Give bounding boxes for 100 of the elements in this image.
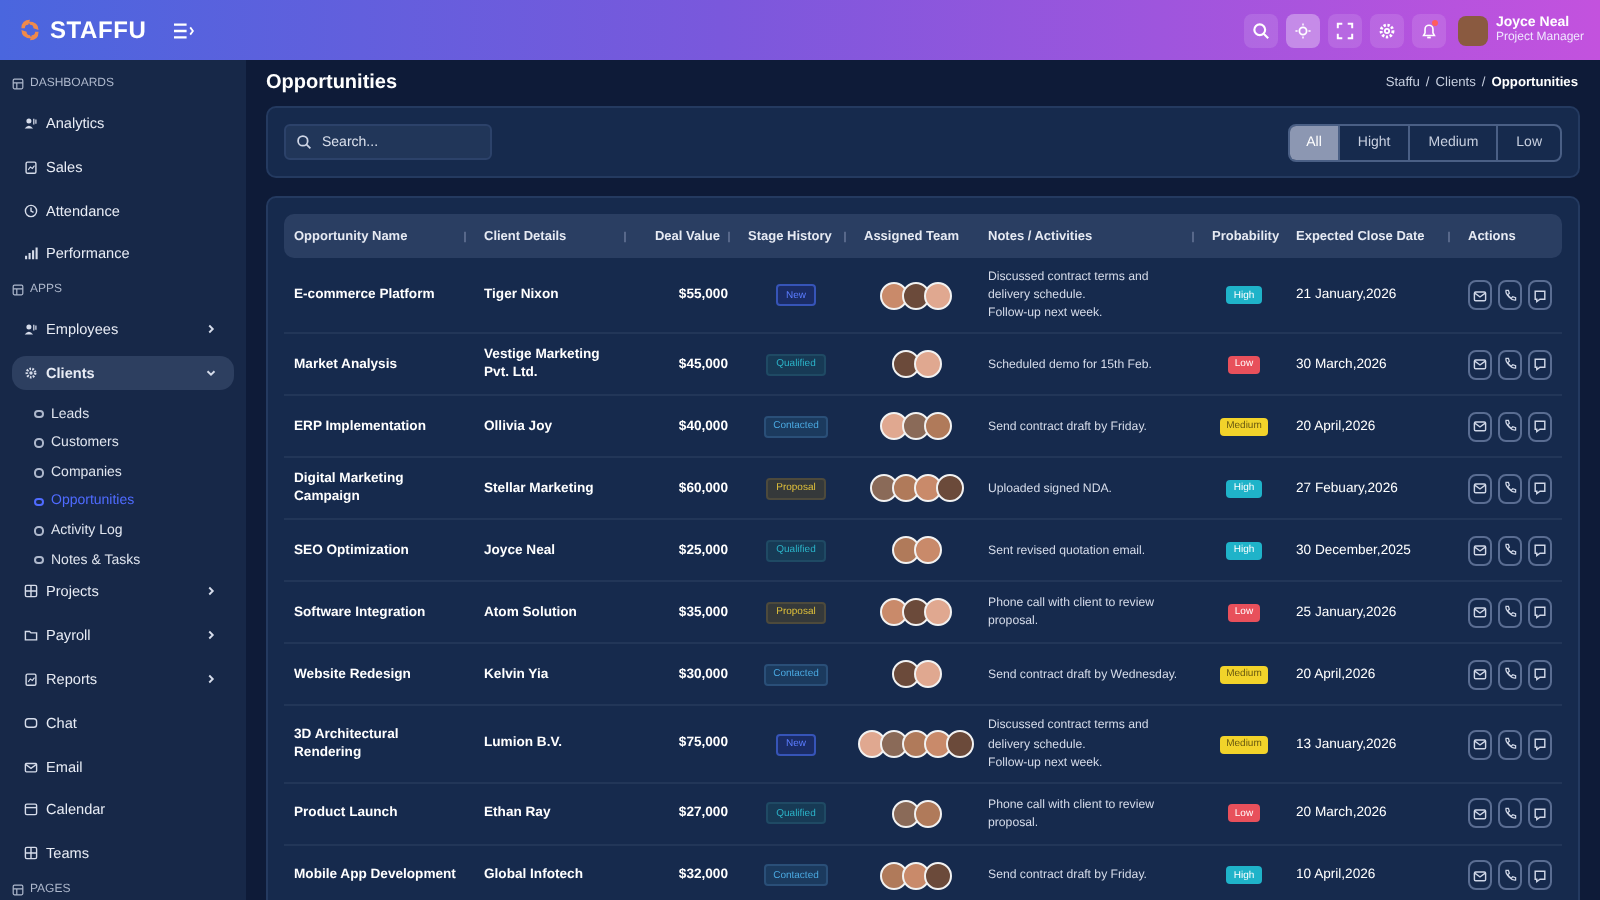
search-button[interactable] — [1243, 13, 1278, 47]
message-button[interactable] — [1528, 729, 1552, 760]
avatar — [902, 281, 930, 310]
avatar — [880, 598, 908, 627]
call-button[interactable] — [1498, 860, 1522, 891]
email-button[interactable] — [1468, 597, 1492, 628]
avatar — [946, 730, 974, 759]
call-button[interactable] — [1498, 798, 1522, 829]
notifications-button[interactable] — [1411, 13, 1446, 47]
avatar — [913, 660, 941, 689]
call-button[interactable] — [1498, 729, 1522, 760]
envelope-icon — [1472, 480, 1488, 497]
call-button[interactable] — [1498, 473, 1522, 504]
avatar — [935, 474, 963, 503]
bell-icon — [1419, 21, 1438, 39]
sun-icon — [1293, 21, 1312, 39]
chevron-icon — [204, 671, 218, 686]
email-button[interactable] — [1468, 860, 1492, 891]
avatar — [891, 799, 919, 828]
avatar — [913, 536, 941, 565]
envelope-icon — [1472, 418, 1488, 435]
gear-icon — [24, 365, 38, 380]
call-button[interactable] — [1498, 659, 1522, 690]
avatar — [880, 412, 908, 441]
chat-icon — [1532, 480, 1548, 497]
sort-icon — [622, 229, 628, 243]
sort-icon — [462, 229, 468, 243]
sort-icon — [842, 229, 848, 243]
phone-icon — [1502, 356, 1518, 373]
message-button[interactable] — [1528, 597, 1552, 628]
avatar — [880, 730, 908, 759]
email-button[interactable] — [1468, 411, 1492, 442]
chevron-icon — [204, 584, 218, 599]
avatar — [924, 412, 952, 441]
section-icon — [12, 284, 24, 297]
phone-icon — [1502, 604, 1518, 621]
email-button[interactable] — [1468, 473, 1492, 504]
section-icon — [12, 883, 24, 896]
chat-icon — [1532, 418, 1548, 435]
message-button[interactable] — [1528, 411, 1552, 442]
avatar — [880, 281, 908, 310]
call-button[interactable] — [1498, 535, 1522, 566]
avatar — [891, 350, 919, 379]
avatar — [902, 730, 930, 759]
sort-icon — [726, 229, 732, 243]
email-button[interactable] — [1468, 280, 1492, 311]
envelope-icon — [1472, 287, 1488, 304]
chevron-icon — [204, 365, 218, 380]
envelope-icon — [1472, 604, 1488, 621]
message-button[interactable] — [1528, 860, 1552, 891]
chat-icon — [1532, 356, 1548, 373]
envelope-icon — [1472, 666, 1488, 683]
envelope-icon — [1472, 356, 1488, 373]
email-button[interactable] — [1468, 535, 1492, 566]
users-icon — [24, 116, 38, 130]
phone-icon — [1502, 666, 1518, 683]
message-button[interactable] — [1528, 659, 1552, 690]
notification-dot — [1431, 19, 1438, 25]
sort-icon — [1446, 229, 1452, 243]
chat-icon — [1532, 604, 1548, 621]
avatar — [880, 861, 908, 890]
message-button[interactable] — [1528, 535, 1552, 566]
call-button[interactable] — [1498, 597, 1522, 628]
menu-icon[interactable] — [172, 21, 195, 39]
email-button[interactable] — [1468, 798, 1492, 829]
sort-icon — [1190, 229, 1196, 243]
avatar — [902, 412, 930, 441]
message-button[interactable] — [1528, 280, 1552, 311]
call-button[interactable] — [1498, 280, 1522, 311]
envelope-icon — [1472, 736, 1488, 753]
clock-icon — [24, 203, 38, 218]
message-button[interactable] — [1528, 798, 1552, 829]
avatar — [913, 799, 941, 828]
avatar — [924, 861, 952, 890]
chat-icon — [1532, 542, 1548, 559]
call-button[interactable] — [1498, 411, 1522, 442]
avatar — [902, 598, 930, 627]
avatar — [858, 730, 886, 759]
phone-icon — [1502, 287, 1518, 304]
avatar — [891, 536, 919, 565]
message-button[interactable] — [1528, 473, 1552, 504]
email-button[interactable] — [1468, 659, 1492, 690]
call-button[interactable] — [1498, 349, 1522, 380]
avatar — [869, 474, 897, 503]
avatar — [902, 861, 930, 890]
fullscreen-button[interactable] — [1327, 13, 1362, 47]
logo-text: STAFFU — [50, 16, 147, 44]
calendar-icon — [24, 802, 38, 817]
logo-icon — [18, 18, 42, 42]
chat-icon — [1532, 805, 1548, 822]
chat-icon — [1532, 736, 1548, 753]
chat-icon — [1532, 867, 1548, 884]
email-button[interactable] — [1468, 729, 1492, 760]
theme-toggle-button[interactable] — [1285, 13, 1320, 47]
settings-button[interactable] — [1369, 13, 1404, 47]
message-button[interactable] — [1528, 349, 1552, 380]
avatar — [924, 598, 952, 627]
phone-icon — [1502, 867, 1518, 884]
phone-icon — [1502, 805, 1518, 822]
email-button[interactable] — [1468, 349, 1492, 380]
